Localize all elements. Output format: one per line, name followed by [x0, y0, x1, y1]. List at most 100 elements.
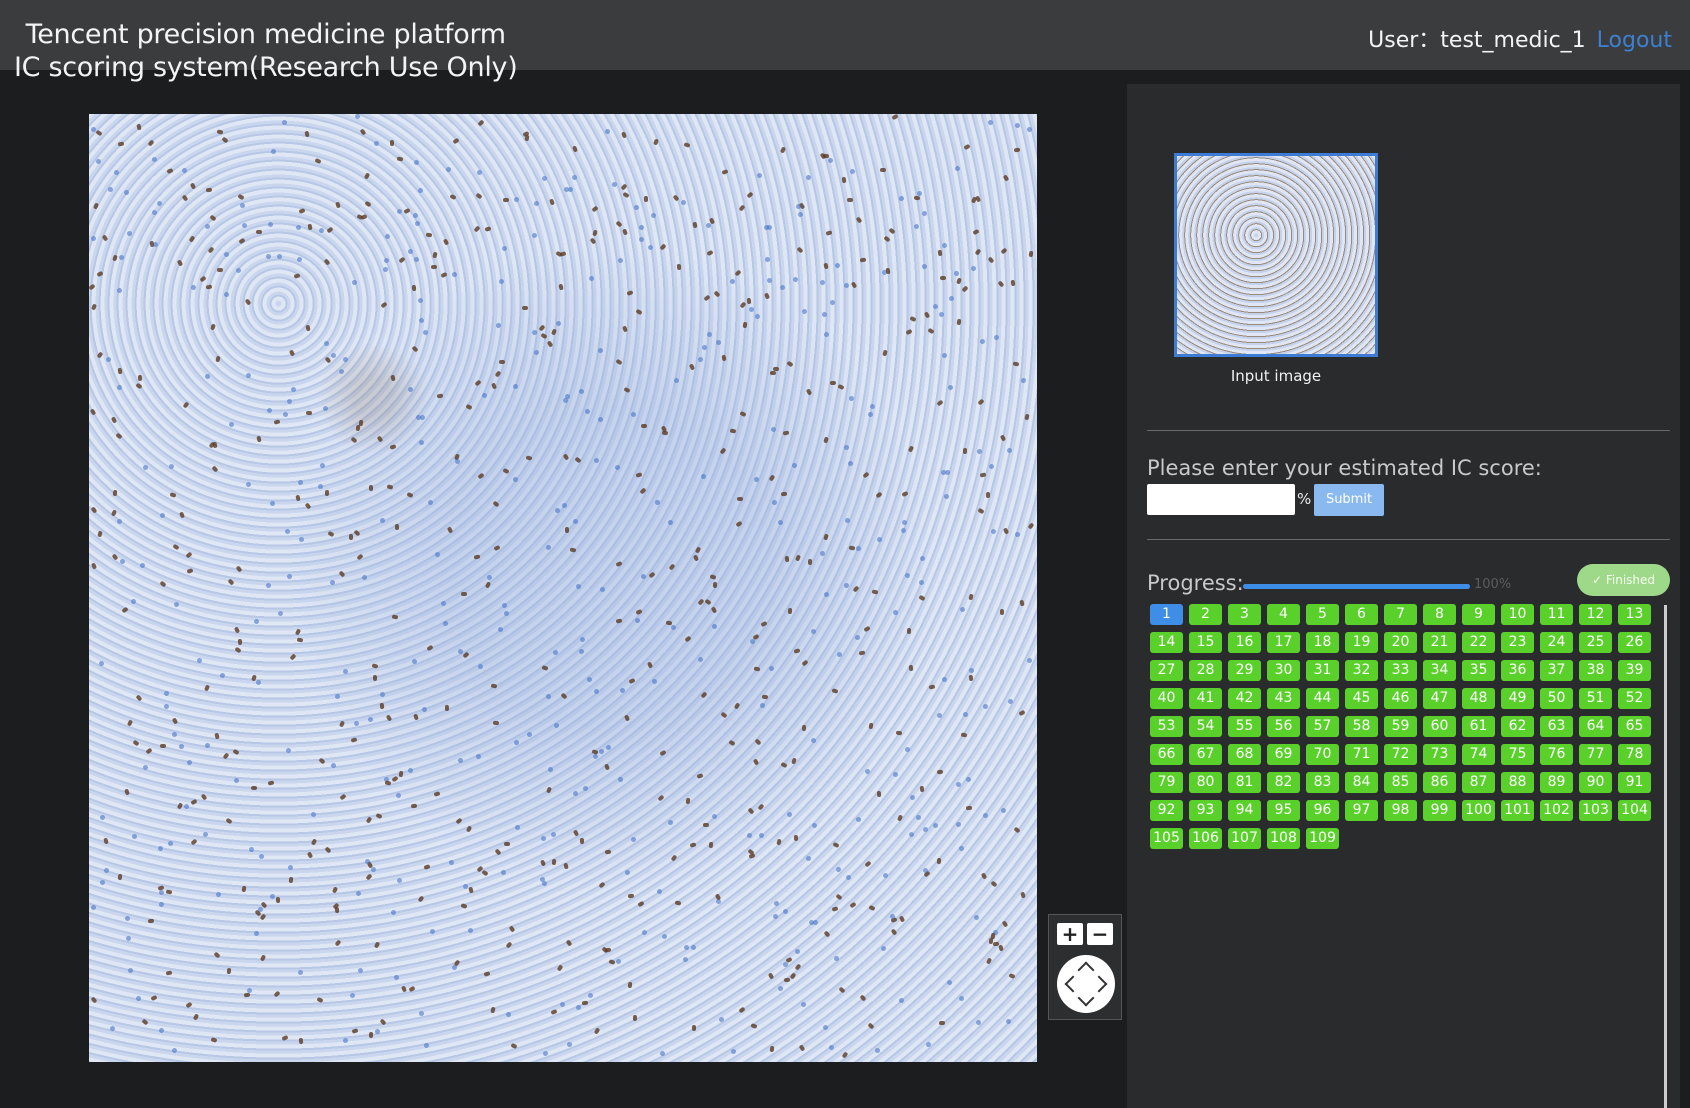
case-button[interactable]: 24	[1540, 632, 1573, 653]
case-button[interactable]: 104	[1618, 800, 1651, 821]
case-button[interactable]: 2	[1189, 604, 1222, 625]
case-button[interactable]: 78	[1618, 744, 1651, 765]
case-button[interactable]: 107	[1228, 828, 1261, 849]
case-button[interactable]: 44	[1306, 688, 1339, 709]
case-button[interactable]: 66	[1150, 744, 1183, 765]
case-button[interactable]: 91	[1618, 772, 1651, 793]
case-button[interactable]: 80	[1189, 772, 1222, 793]
case-button[interactable]: 46	[1384, 688, 1417, 709]
case-button[interactable]: 37	[1540, 660, 1573, 681]
case-button[interactable]: 27	[1150, 660, 1183, 681]
case-button[interactable]: 69	[1267, 744, 1300, 765]
case-button[interactable]: 40	[1150, 688, 1183, 709]
case-button[interactable]: 83	[1306, 772, 1339, 793]
case-button[interactable]: 8	[1423, 604, 1456, 625]
case-button[interactable]: 49	[1501, 688, 1534, 709]
case-button[interactable]: 28	[1189, 660, 1222, 681]
case-button[interactable]: 32	[1345, 660, 1378, 681]
case-button[interactable]: 84	[1345, 772, 1378, 793]
logout-link[interactable]: Logout	[1597, 28, 1672, 53]
case-button[interactable]: 38	[1579, 660, 1612, 681]
case-button[interactable]: 14	[1150, 632, 1183, 653]
case-button[interactable]: 71	[1345, 744, 1378, 765]
case-button[interactable]: 106	[1189, 828, 1222, 849]
case-button[interactable]: 43	[1267, 688, 1300, 709]
case-button[interactable]: 18	[1306, 632, 1339, 653]
case-button[interactable]: 109	[1306, 828, 1339, 849]
case-button[interactable]: 65	[1618, 716, 1651, 737]
case-button[interactable]: 75	[1501, 744, 1534, 765]
case-button[interactable]: 81	[1228, 772, 1261, 793]
case-button[interactable]: 17	[1267, 632, 1300, 653]
case-button[interactable]: 48	[1462, 688, 1495, 709]
case-button[interactable]: 20	[1384, 632, 1417, 653]
case-button[interactable]: 11	[1540, 604, 1573, 625]
case-button[interactable]: 93	[1189, 800, 1222, 821]
case-button[interactable]: 98	[1384, 800, 1417, 821]
case-button[interactable]: 63	[1540, 716, 1573, 737]
case-button[interactable]: 53	[1150, 716, 1183, 737]
case-button[interactable]: 68	[1228, 744, 1261, 765]
case-button[interactable]: 97	[1345, 800, 1378, 821]
case-button[interactable]: 5	[1306, 604, 1339, 625]
case-button[interactable]: 57	[1306, 716, 1339, 737]
case-button[interactable]: 34	[1423, 660, 1456, 681]
pan-right-icon[interactable]	[1090, 975, 1108, 993]
case-button[interactable]: 88	[1501, 772, 1534, 793]
case-button[interactable]: 73	[1423, 744, 1456, 765]
case-button[interactable]: 4	[1267, 604, 1300, 625]
input-image-thumbnail[interactable]	[1174, 153, 1378, 357]
case-button[interactable]: 95	[1267, 800, 1300, 821]
case-button[interactable]: 94	[1228, 800, 1261, 821]
case-button[interactable]: 10	[1501, 604, 1534, 625]
case-button[interactable]: 82	[1267, 772, 1300, 793]
case-button[interactable]: 100	[1462, 800, 1495, 821]
case-button[interactable]: 79	[1150, 772, 1183, 793]
case-button[interactable]: 31	[1306, 660, 1339, 681]
pan-up-icon[interactable]	[1077, 961, 1095, 979]
case-button[interactable]: 29	[1228, 660, 1261, 681]
case-button[interactable]: 62	[1501, 716, 1534, 737]
case-button[interactable]: 70	[1306, 744, 1339, 765]
case-button[interactable]: 3	[1228, 604, 1261, 625]
pan-left-icon[interactable]	[1064, 975, 1082, 993]
zoom-out-button[interactable]: −	[1087, 923, 1113, 945]
slide-viewer[interactable]	[89, 114, 1037, 1062]
case-button[interactable]: 47	[1423, 688, 1456, 709]
case-button[interactable]: 101	[1501, 800, 1534, 821]
case-button[interactable]: 77	[1579, 744, 1612, 765]
case-button[interactable]: 99	[1423, 800, 1456, 821]
case-button[interactable]: 108	[1267, 828, 1300, 849]
case-button[interactable]: 96	[1306, 800, 1339, 821]
case-button[interactable]: 102	[1540, 800, 1573, 821]
case-button[interactable]: 13	[1618, 604, 1651, 625]
case-button[interactable]: 76	[1540, 744, 1573, 765]
case-button[interactable]: 21	[1423, 632, 1456, 653]
zoom-in-button[interactable]: +	[1057, 923, 1083, 945]
case-button[interactable]: 45	[1345, 688, 1378, 709]
case-button[interactable]: 9	[1462, 604, 1495, 625]
case-button[interactable]: 72	[1384, 744, 1417, 765]
case-button[interactable]: 60	[1423, 716, 1456, 737]
case-button[interactable]: 7	[1384, 604, 1417, 625]
case-button[interactable]: 22	[1462, 632, 1495, 653]
case-button[interactable]: 54	[1189, 716, 1222, 737]
ic-score-input[interactable]	[1147, 484, 1295, 515]
case-button[interactable]: 67	[1189, 744, 1222, 765]
case-button[interactable]: 56	[1267, 716, 1300, 737]
case-button[interactable]: 90	[1579, 772, 1612, 793]
case-button[interactable]: 12	[1579, 604, 1612, 625]
case-button[interactable]: 23	[1501, 632, 1534, 653]
case-button[interactable]: 33	[1384, 660, 1417, 681]
case-button[interactable]: 85	[1384, 772, 1417, 793]
case-grid-scrollbar[interactable]	[1664, 605, 1667, 1108]
case-button[interactable]: 52	[1618, 688, 1651, 709]
case-button[interactable]: 35	[1462, 660, 1495, 681]
case-button[interactable]: 58	[1345, 716, 1378, 737]
pan-down-icon[interactable]	[1077, 989, 1095, 1007]
case-button[interactable]: 19	[1345, 632, 1378, 653]
case-button[interactable]: 36	[1501, 660, 1534, 681]
case-button[interactable]: 30	[1267, 660, 1300, 681]
case-button[interactable]: 59	[1384, 716, 1417, 737]
case-button[interactable]: 42	[1228, 688, 1261, 709]
